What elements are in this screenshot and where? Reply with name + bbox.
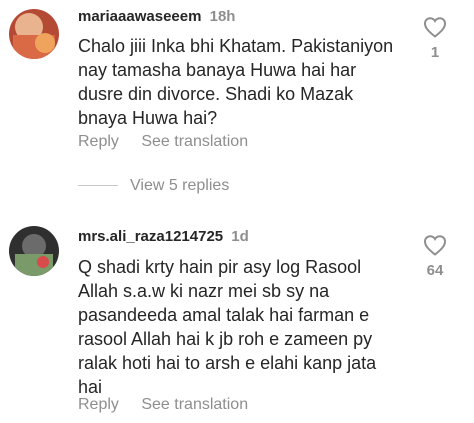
like-column: 1 — [418, 16, 452, 61]
timestamp: 18h — [209, 8, 236, 25]
comment-header: mariaaawaseeem 18h — [78, 8, 235, 26]
comment-text: Q shadi krty hain pir asy log Rasool All… — [78, 257, 377, 397]
divider-line — [78, 185, 118, 187]
comment-header: mrs.ali_raza1214725 1d — [78, 228, 249, 246]
comment-actions: Reply See translation — [78, 133, 266, 151]
avatar[interactable] — [9, 226, 59, 276]
username[interactable]: mariaaawaseeem — [78, 8, 201, 25]
avatar[interactable] — [9, 9, 59, 59]
like-count: 64 — [426, 262, 444, 279]
like-column: 64 — [418, 234, 452, 279]
comment-text: Chalo jiii Inka bhi Khatam. Pakistaniyon… — [78, 36, 394, 128]
comment-actions: Reply See translation — [78, 396, 266, 414]
see-translation-button[interactable]: See translation — [141, 133, 248, 150]
reply-button[interactable]: Reply — [78, 396, 119, 413]
like-count: 1 — [430, 44, 440, 61]
see-translation-button[interactable]: See translation — [141, 396, 248, 413]
username[interactable]: mrs.ali_raza1214725 — [78, 228, 223, 245]
view-replies-button[interactable]: View 5 replies — [78, 177, 229, 195]
heart-outline-icon[interactable] — [423, 16, 447, 38]
view-replies-label: View 5 replies — [130, 177, 230, 194]
reply-button[interactable]: Reply — [78, 133, 119, 150]
heart-outline-icon[interactable] — [423, 234, 447, 256]
timestamp: 1d — [231, 228, 249, 245]
